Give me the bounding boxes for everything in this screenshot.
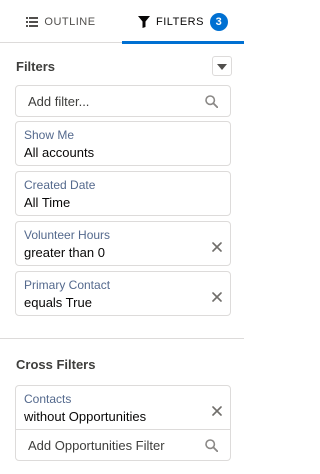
filter-card-primary-contact[interactable]: Primary Contact equals True: [15, 271, 231, 316]
filter-card-volunteer-hours[interactable]: Volunteer Hours greater than 0: [15, 221, 231, 266]
filter-label: Created Date: [24, 178, 96, 192]
tab-filters-label: Filters: [156, 15, 204, 28]
remove-filter-icon[interactable]: [212, 289, 222, 307]
cross-filter-card-contacts[interactable]: Contacts without Opportunities: [15, 385, 231, 430]
tab-outline-label: Outline: [44, 15, 96, 28]
add-filter-placeholder: Add filter...: [28, 93, 90, 109]
filter-value: without Opportunities: [24, 409, 147, 424]
filter-label: Volunteer Hours: [24, 228, 111, 242]
list-icon: [26, 16, 39, 27]
filter-label: Primary Contact: [24, 278, 111, 292]
search-icon: [205, 95, 219, 111]
add-filter-input[interactable]: Add filter...: [15, 85, 231, 117]
remove-filter-icon[interactable]: [212, 403, 222, 421]
remove-filter-icon[interactable]: [212, 239, 222, 257]
tab-filters[interactable]: Filters 3: [122, 0, 244, 44]
filter-icon: [138, 15, 151, 28]
search-icon: [205, 439, 219, 455]
filter-value: equals True: [24, 295, 92, 310]
tab-outline[interactable]: Outline: [0, 0, 122, 43]
filters-menu-button[interactable]: [212, 56, 232, 76]
filter-card-created-date[interactable]: Created Date All Time: [15, 171, 231, 216]
filter-value: greater than 0: [24, 245, 105, 260]
add-opportunities-filter-input[interactable]: Add Opportunities Filter: [15, 429, 231, 461]
filter-count-badge: 3: [209, 12, 228, 31]
cross-filters-section-title: Cross Filters: [16, 357, 96, 372]
filter-card-show-me[interactable]: Show Me All accounts: [15, 121, 231, 166]
panel-tabs: Outline Filters 3: [0, 0, 244, 44]
section-divider: [0, 338, 244, 339]
add-opportunities-filter-placeholder: Add Opportunities Filter: [28, 437, 165, 453]
filter-label: Contacts: [24, 392, 72, 406]
filter-value: All Time: [24, 195, 71, 210]
filter-label: Show Me: [24, 128, 75, 142]
chevron-down-icon: [217, 57, 227, 75]
filter-value: All accounts: [24, 145, 95, 160]
filters-section-title: Filters: [16, 59, 56, 74]
